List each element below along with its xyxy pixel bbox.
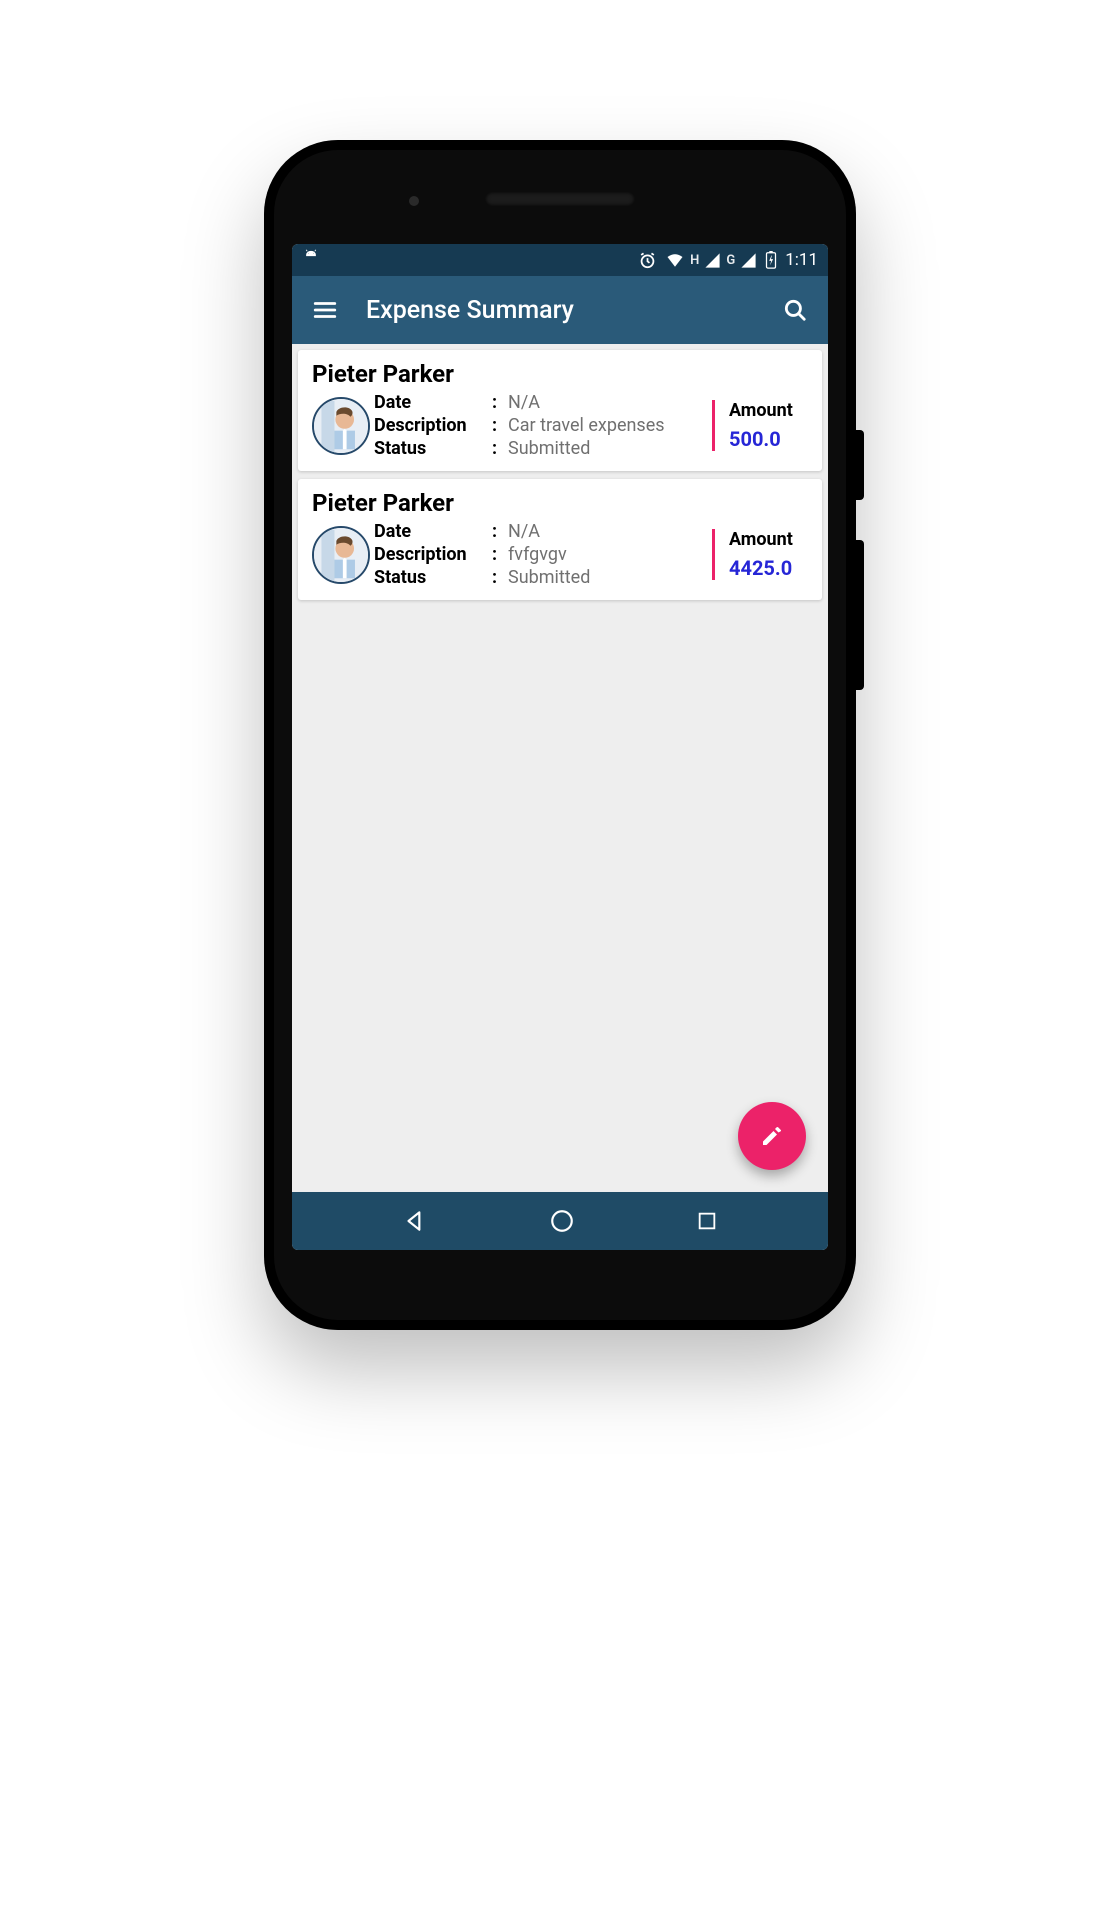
compose-fab[interactable]	[738, 1102, 806, 1170]
recent-square-icon	[696, 1210, 718, 1232]
label-amount: Amount	[729, 529, 808, 550]
nav-back-button[interactable]	[402, 1208, 428, 1234]
status-time: 1:11	[785, 250, 818, 270]
nav-home-button[interactable]	[549, 1208, 575, 1234]
phone-frame: H G 1:11	[264, 140, 856, 1330]
android-nav-bar	[292, 1192, 828, 1250]
nav-recent-button[interactable]	[696, 1210, 718, 1232]
label-status: Status	[374, 438, 492, 459]
battery-charging-icon	[765, 251, 777, 269]
expense-card[interactable]: Pieter Parker Date : N/A Description : f…	[298, 479, 822, 600]
colon: :	[492, 521, 504, 542]
pencil-icon	[760, 1124, 784, 1148]
value-date: N/A	[504, 521, 712, 542]
screen: H G 1:11	[292, 244, 828, 1250]
home-circle-icon	[549, 1208, 575, 1234]
content-area: Pieter Parker Date : N/A Description : C…	[292, 344, 828, 1192]
value-description: Car travel expenses	[504, 415, 712, 436]
app-bar: Expense Summary	[292, 276, 828, 344]
page-title: Expense Summary	[366, 296, 754, 325]
phone-speaker	[485, 192, 635, 206]
value-status: Submitted	[504, 438, 712, 459]
label-date: Date	[374, 521, 492, 542]
avatar	[312, 526, 370, 584]
status-bar: H G 1:11	[292, 244, 828, 276]
colon: :	[492, 392, 504, 413]
amount-box: Amount 4425.0	[712, 529, 808, 580]
back-triangle-icon	[402, 1208, 428, 1234]
expense-owner-name: Pieter Parker	[312, 489, 808, 517]
phone-bezel: H G 1:11	[274, 150, 846, 1320]
phone-side-button	[856, 540, 864, 690]
value-status: Submitted	[504, 567, 712, 588]
search-button[interactable]	[780, 295, 810, 325]
network-label: H	[690, 253, 699, 268]
label-description: Description	[374, 544, 492, 565]
alarm-icon	[638, 251, 657, 270]
value-description: fvfgvgv	[504, 544, 712, 565]
amount-box: Amount 500.0	[712, 400, 808, 451]
label-date: Date	[374, 392, 492, 413]
expense-card[interactable]: Pieter Parker Date : N/A Description : C…	[298, 350, 822, 471]
colon: :	[492, 544, 504, 565]
colon: :	[492, 415, 504, 436]
label-status: Status	[374, 567, 492, 588]
phone-camera	[409, 196, 419, 206]
expense-owner-name: Pieter Parker	[312, 360, 808, 388]
signal-icon	[740, 252, 757, 269]
phone-side-button	[856, 430, 864, 500]
network-label: G	[726, 253, 735, 268]
expense-details: Date : N/A Description : fvfgvgv Status …	[374, 521, 712, 588]
value-amount: 500.0	[729, 427, 808, 451]
label-description: Description	[374, 415, 492, 436]
expense-details: Date : N/A Description : Car travel expe…	[374, 392, 712, 459]
wifi-icon	[665, 251, 685, 269]
hamburger-icon	[312, 297, 338, 323]
value-amount: 4425.0	[729, 556, 808, 580]
avatar	[312, 397, 370, 455]
menu-button[interactable]	[310, 295, 340, 325]
label-amount: Amount	[729, 400, 808, 421]
search-icon	[782, 297, 808, 323]
signal-icon	[704, 252, 721, 269]
colon: :	[492, 438, 504, 459]
colon: :	[492, 567, 504, 588]
android-head-icon	[302, 249, 320, 272]
value-date: N/A	[504, 392, 712, 413]
